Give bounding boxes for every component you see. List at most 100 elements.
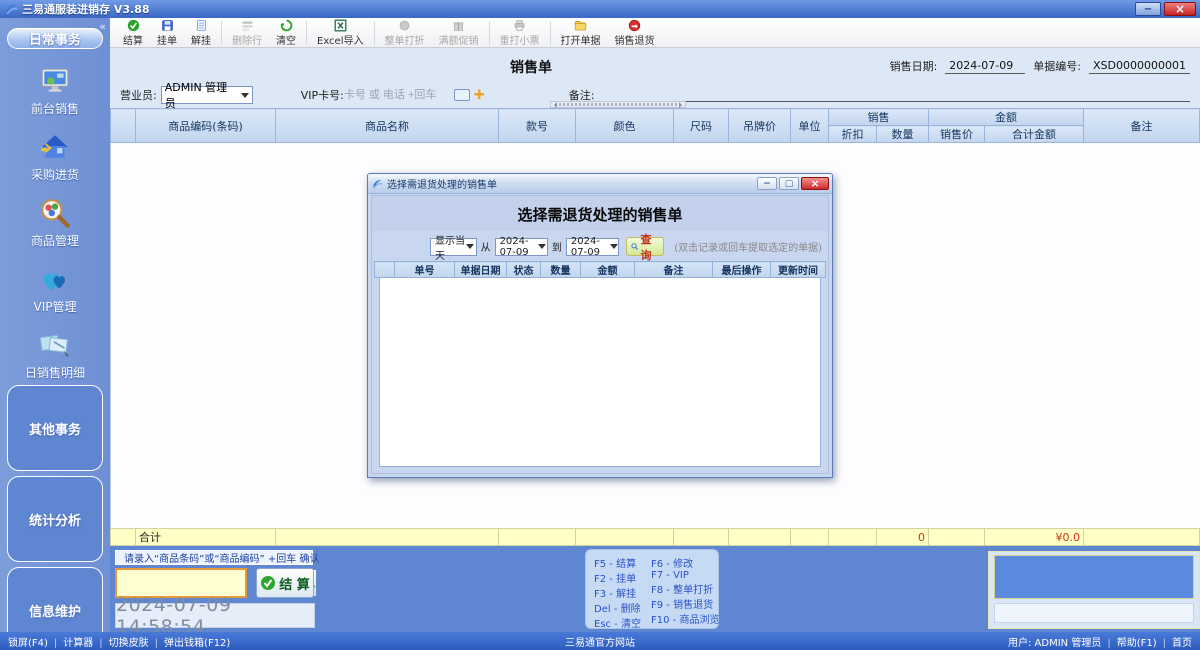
customer-display-panel — [988, 551, 1200, 629]
sidebar-item-label: VIP管理 — [34, 298, 77, 315]
toolbar-excel-import-button[interactable]: Excel导入 — [310, 18, 371, 48]
vip-card-input[interactable] — [344, 87, 452, 103]
toolbar-reprint-button[interactable]: 重打小票 — [493, 18, 547, 48]
col-remark[interactable]: 备注 — [1084, 109, 1200, 143]
from-date-value: 2024-07-09 — [500, 236, 538, 258]
dialog-title: 选择需退货处理的销售单 — [387, 176, 755, 191]
toolbar-promotion-button[interactable]: 满额促销 — [432, 18, 486, 48]
col-total[interactable]: 合计金额 — [985, 126, 1084, 143]
minimize-button[interactable] — [1135, 2, 1161, 16]
chevron-down-icon — [609, 239, 618, 255]
chevron-down-icon — [538, 239, 547, 255]
horizontal-scrollbar[interactable] — [550, 101, 686, 108]
sales-grid-header: 商品编码(条码) 商品名称 款号 颜色 尺码 吊牌价 单位 销售 金额 备注 折… — [110, 108, 1200, 143]
dlg-col-updated[interactable]: 更新时间 — [771, 262, 826, 278]
toolbar-clear-button[interactable]: 清空 — [269, 18, 303, 48]
excel-icon — [333, 19, 348, 32]
app-logo-icon — [4, 2, 18, 16]
dialog-close-button[interactable] — [801, 177, 829, 190]
toolbar-label: 清空 — [276, 32, 296, 47]
recycle-icon — [279, 19, 294, 32]
clerk-select[interactable]: ADMIN 管理员 — [161, 86, 253, 104]
col-discount[interactable]: 折扣 — [829, 126, 877, 143]
dlg-col-status[interactable]: 状态 — [507, 262, 541, 278]
totals-cell — [929, 529, 985, 546]
sidebar-section-stats[interactable]: 统计分析 — [7, 476, 103, 562]
statusbar-lock-screen[interactable]: 锁屏(F4) — [8, 634, 48, 649]
query-button[interactable]: 查询 — [626, 237, 664, 256]
scroll-left-icon[interactable] — [551, 102, 559, 107]
col-tag-price[interactable]: 吊牌价 — [729, 109, 791, 143]
dlg-col-remark[interactable]: 备注 — [635, 262, 713, 278]
to-date-select[interactable]: 2024-07-09 — [566, 238, 619, 256]
chevron-down-icon — [238, 87, 252, 103]
col-color[interactable]: 颜色 — [576, 109, 674, 143]
col-style[interactable]: 款号 — [499, 109, 576, 143]
dlg-row-selector-header — [375, 262, 395, 278]
statusbar-website-link[interactable]: 三易通官方网站 — [565, 638, 635, 649]
col-qty[interactable]: 数量 — [877, 126, 929, 143]
toolbar-open-doc-button[interactable]: 打开单据 — [554, 18, 608, 48]
dlg-col-qty[interactable]: 数量 — [541, 262, 581, 278]
dlg-col-doc-date[interactable]: 单据日期 — [455, 262, 507, 278]
date-range-select[interactable]: 显示当天 — [430, 238, 477, 256]
sidebar-item-goods[interactable]: 商品管理 — [5, 187, 105, 253]
sidebar-item-purchasing[interactable]: 采购进货 — [5, 121, 105, 187]
sidebar-section-daily[interactable]: 日常事务 — [7, 28, 103, 49]
sidebar-item-daily-sales-detail[interactable]: 日销售明细 — [5, 319, 105, 385]
barcode-input-hint: 请录入“商品条码”或“商品编码” +回车 确认 — [115, 550, 313, 565]
remark-input[interactable] — [598, 88, 1190, 102]
statusbar-help[interactable]: 帮助(F1) — [1101, 634, 1156, 649]
toolbar-delete-row-button[interactable]: 删除行 — [225, 18, 269, 48]
datetime-display: 2024-07-09 14:58:54 — [115, 603, 315, 628]
statusbar: 锁屏(F4) 计算器 切换皮肤 弹出钱箱(F12) 三易通官方网站 用户: AD… — [0, 632, 1200, 650]
sidebar-item-front-sales[interactable]: 前台销售 — [5, 55, 105, 121]
totals-cell — [791, 529, 829, 546]
scroll-track[interactable] — [559, 103, 677, 106]
hotkey-f8: F8 - 整单打折 — [651, 581, 719, 596]
dialog-titlebar[interactable]: 选择需退货处理的销售单 — [368, 174, 832, 194]
close-button[interactable] — [1164, 2, 1196, 16]
from-date-select[interactable]: 2024-07-09 — [495, 238, 548, 256]
toolbar-hold-button[interactable]: 挂单 — [150, 18, 184, 48]
toolbar-sales-return-button[interactable]: 销售退货 — [608, 18, 662, 48]
col-code[interactable]: 商品编码(条码) — [136, 109, 276, 143]
dlg-col-last-op[interactable]: 最后操作 — [713, 262, 771, 278]
open-folder-icon — [573, 19, 588, 32]
totals-cell — [576, 529, 674, 546]
statusbar-calculator[interactable]: 计算器 — [48, 634, 93, 649]
col-unit[interactable]: 单位 — [791, 109, 829, 143]
dialog-result-list[interactable] — [379, 278, 821, 467]
statusbar-switch-skin[interactable]: 切换皮肤 — [93, 634, 148, 649]
toolbar-label: 整单打折 — [385, 32, 425, 47]
col-price[interactable]: 销售价 — [929, 126, 985, 143]
dlg-col-amount[interactable]: 金额 — [581, 262, 635, 278]
discount-icon — [397, 19, 412, 32]
sidebar-item-vip[interactable]: VIP管理 — [5, 253, 105, 319]
dialog-maximize-button[interactable] — [779, 177, 799, 190]
toolbar-order-discount-button[interactable]: 整单打折 — [378, 18, 432, 48]
col-size[interactable]: 尺码 — [674, 109, 729, 143]
sidebar-collapse-icon[interactable]: « — [99, 20, 106, 33]
toolbar: 结算 挂单 解挂 — [110, 18, 1200, 48]
delete-row-icon — [240, 19, 255, 32]
toolbar-settle-button[interactable]: 结算 — [116, 18, 150, 48]
to-label: 到 — [552, 239, 562, 254]
app-title: 三易通服装进销存 V3.88 — [22, 1, 1132, 17]
toolbar-unhold-button[interactable]: 解挂 — [184, 18, 218, 48]
totals-qty: 0 — [877, 529, 929, 546]
dlg-col-order-no[interactable]: 单号 — [395, 262, 455, 278]
statusbar-home[interactable]: 首页 — [1157, 634, 1192, 649]
search-icon — [631, 241, 638, 252]
sidebar-section-other[interactable]: 其他事务 — [7, 385, 103, 471]
settle-button-label: 结 算 — [279, 574, 310, 593]
sale-date-value[interactable]: 2024-07-09 — [945, 59, 1025, 74]
add-vip-icon[interactable] — [474, 88, 485, 103]
totals-cell — [111, 529, 136, 546]
card-reader-icon[interactable] — [454, 89, 470, 101]
query-button-label: 查询 — [641, 231, 656, 263]
statusbar-open-drawer[interactable]: 弹出钱箱(F12) — [149, 634, 231, 649]
scroll-right-icon[interactable] — [677, 102, 685, 107]
dialog-minimize-button[interactable] — [757, 177, 777, 190]
col-name[interactable]: 商品名称 — [276, 109, 499, 143]
